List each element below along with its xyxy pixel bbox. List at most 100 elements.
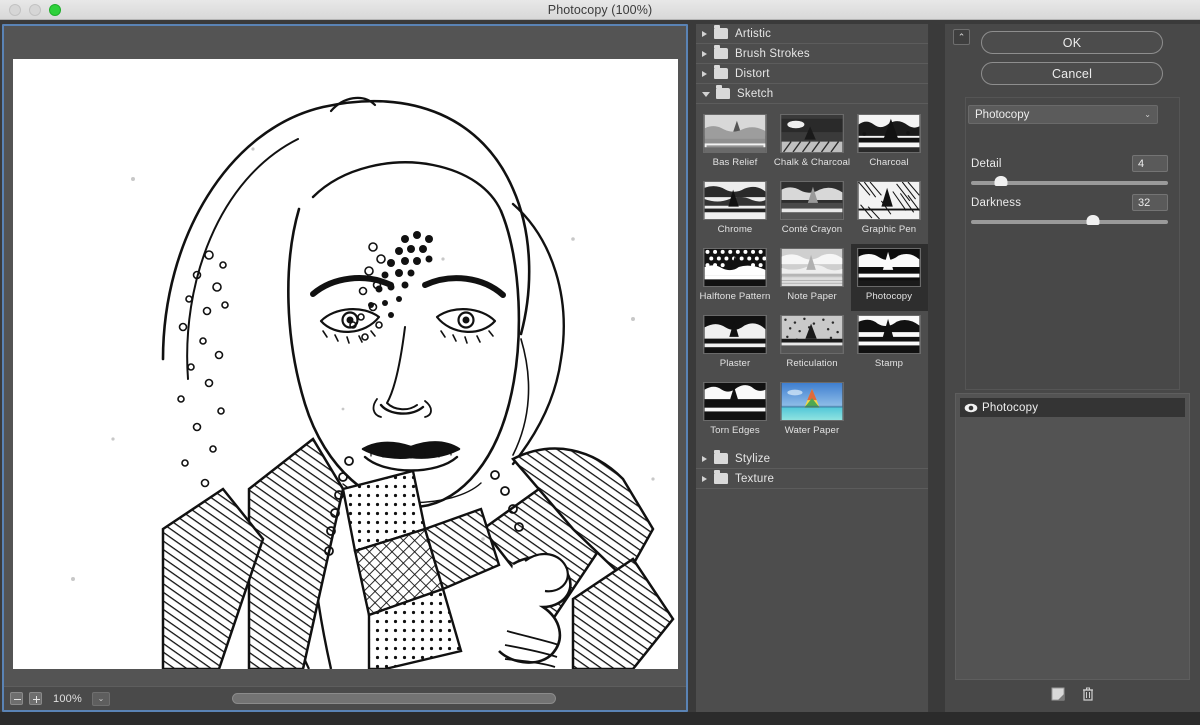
category-stylize[interactable]: Stylize bbox=[696, 449, 928, 469]
zoom-level-label: 100% bbox=[53, 692, 82, 705]
filter-thumb-photocopy[interactable]: Photocopy bbox=[850, 244, 928, 311]
filter-thumb-label: Reticulation bbox=[786, 358, 838, 369]
filter-thumb-reticulation[interactable]: Reticulation bbox=[774, 311, 851, 378]
ok-button[interactable]: OK bbox=[981, 31, 1163, 54]
window-title: Photocopy (100%) bbox=[547, 2, 653, 17]
filter-preview-icon bbox=[857, 315, 921, 354]
category-label: Distort bbox=[735, 67, 770, 80]
filter-preview-icon bbox=[857, 114, 921, 153]
filter-thumb-charcoal[interactable]: Charcoal bbox=[851, 110, 928, 177]
detail-value-field[interactable]: 4 bbox=[1132, 155, 1168, 172]
filter-thumb-label: Photocopy bbox=[865, 291, 913, 302]
disclosure-triangle-icon[interactable] bbox=[702, 50, 707, 57]
zoom-in-button[interactable] bbox=[29, 692, 42, 705]
darkness-slider-track[interactable] bbox=[971, 215, 1168, 225]
visibility-eye-icon[interactable] bbox=[960, 403, 982, 413]
detail-label: Detail bbox=[971, 157, 1002, 170]
horizontal-scrollbar[interactable] bbox=[132, 692, 682, 705]
folder-icon bbox=[716, 85, 730, 99]
filter-preview-icon bbox=[857, 248, 921, 287]
darkness-slider-row: Darkness 32 bbox=[971, 194, 1168, 225]
filter-thumb-label: Plaster bbox=[719, 358, 751, 369]
filter-select[interactable]: Photocopy ⌄ bbox=[968, 105, 1158, 124]
filter-select-value: Photocopy bbox=[975, 108, 1030, 121]
filter-thumb-label: Water Paper bbox=[784, 425, 840, 436]
darkness-slider-knob[interactable] bbox=[1086, 215, 1100, 225]
category-label: Artistic bbox=[735, 27, 772, 40]
filter-thumb-conte-crayon[interactable]: Conté Crayon bbox=[774, 177, 851, 244]
category-artistic[interactable]: Artistic bbox=[696, 24, 928, 44]
effect-layers-panel[interactable]: Photocopy bbox=[955, 393, 1190, 680]
filter-preview-icon bbox=[780, 114, 844, 153]
effect-layers-toolbar bbox=[955, 681, 1190, 707]
category-brush-strokes[interactable]: Brush Strokes bbox=[696, 44, 928, 64]
darkness-label: Darkness bbox=[971, 196, 1022, 209]
collapse-panel-icon[interactable]: ⌃ bbox=[953, 29, 970, 45]
darkness-value-field[interactable]: 32 bbox=[1132, 194, 1168, 211]
filter-thumb-label: Conté Crayon bbox=[781, 224, 843, 235]
delete-effect-layer-icon[interactable] bbox=[1080, 686, 1096, 702]
filter-thumb-label: Stamp bbox=[874, 358, 904, 369]
filter-thumb-chrome[interactable]: Chrome bbox=[697, 177, 774, 244]
horizontal-scrollbar-thumb[interactable] bbox=[232, 693, 556, 704]
category-texture[interactable]: Texture bbox=[696, 469, 928, 489]
disclosure-triangle-icon[interactable] bbox=[702, 30, 707, 37]
filter-thumb-stamp[interactable]: Stamp bbox=[851, 311, 928, 378]
effect-layer-row[interactable]: Photocopy bbox=[960, 398, 1185, 417]
filter-preview-icon bbox=[703, 248, 767, 287]
filter-preview-icon bbox=[780, 382, 844, 421]
filter-preview-icon bbox=[703, 315, 767, 354]
filter-preview-icon bbox=[780, 181, 844, 220]
folder-icon bbox=[714, 65, 728, 79]
filter-thumb-note-paper[interactable]: Note Paper bbox=[774, 244, 851, 311]
filter-preview-icon bbox=[780, 248, 844, 287]
detail-slider-track[interactable] bbox=[971, 176, 1168, 186]
filter-thumb-halftone-pattern[interactable]: Halftone Pattern bbox=[697, 244, 774, 311]
disclosure-triangle-icon[interactable] bbox=[702, 92, 710, 97]
zoom-out-button[interactable] bbox=[10, 692, 23, 705]
filter-thumb-graphic-pen[interactable]: Graphic Pen bbox=[851, 177, 928, 244]
category-label: Brush Strokes bbox=[735, 47, 810, 60]
category-label: Sketch bbox=[737, 87, 774, 100]
filter-thumb-label: Note Paper bbox=[787, 291, 837, 302]
filter-thumb-torn-edges[interactable]: Torn Edges bbox=[697, 378, 774, 445]
effect-layer-name: Photocopy bbox=[982, 401, 1039, 414]
filter-preview-icon bbox=[780, 315, 844, 354]
detail-slider-row: Detail 4 bbox=[971, 155, 1168, 186]
new-effect-layer-icon[interactable] bbox=[1050, 686, 1066, 702]
filter-thumb-water-paper[interactable]: Water Paper bbox=[774, 378, 851, 445]
sketch-filter-grid: Bas Relief Chalk & Charcoal Charcoal Chr… bbox=[696, 104, 928, 449]
preview-footer: 100% ⌄ bbox=[4, 686, 686, 710]
filter-thumb-chalk-charcoal[interactable]: Chalk & Charcoal bbox=[774, 110, 851, 177]
filter-preview-icon bbox=[703, 114, 767, 153]
disclosure-triangle-icon[interactable] bbox=[702, 70, 707, 77]
filter-category-list[interactable]: Artistic Brush Strokes Distort Sketch Ba… bbox=[696, 24, 929, 712]
cancel-button[interactable]: Cancel bbox=[981, 62, 1163, 85]
preview-canvas[interactable] bbox=[13, 59, 678, 669]
title-bar: Photocopy (100%) bbox=[0, 0, 1200, 20]
filter-thumb-plaster[interactable]: Plaster bbox=[697, 311, 774, 378]
window-bottom-strip bbox=[0, 712, 1200, 725]
filter-thumb-label: Charcoal bbox=[869, 157, 909, 168]
category-sketch[interactable]: Sketch bbox=[696, 84, 928, 104]
filter-thumb-label: Graphic Pen bbox=[861, 224, 917, 235]
disclosure-triangle-icon[interactable] bbox=[702, 475, 707, 482]
filter-thumb-label: Chalk & Charcoal bbox=[773, 157, 851, 168]
category-label: Stylize bbox=[735, 452, 771, 465]
filter-thumb-label: Bas Relief bbox=[712, 157, 758, 168]
filter-thumb-label: Torn Edges bbox=[710, 425, 760, 436]
folder-icon bbox=[714, 25, 728, 39]
filter-gallery-window: Photocopy (100%) 100% ⌄ Artistic Brush S… bbox=[0, 0, 1200, 725]
filter-thumb-label: Halftone Pattern bbox=[699, 291, 771, 302]
folder-icon bbox=[714, 450, 728, 464]
filter-options-group bbox=[965, 97, 1180, 390]
disclosure-triangle-icon[interactable] bbox=[702, 455, 707, 462]
folder-icon bbox=[714, 45, 728, 59]
filter-preview-icon bbox=[703, 382, 767, 421]
filter-thumb-label: Chrome bbox=[717, 224, 753, 235]
detail-slider-knob[interactable] bbox=[994, 176, 1008, 186]
filter-thumb-bas-relief[interactable]: Bas Relief bbox=[697, 110, 774, 177]
preview-panel[interactable]: 100% ⌄ bbox=[2, 24, 688, 712]
zoom-dropdown-chevron-icon[interactable]: ⌄ bbox=[91, 691, 110, 706]
category-distort[interactable]: Distort bbox=[696, 64, 928, 84]
